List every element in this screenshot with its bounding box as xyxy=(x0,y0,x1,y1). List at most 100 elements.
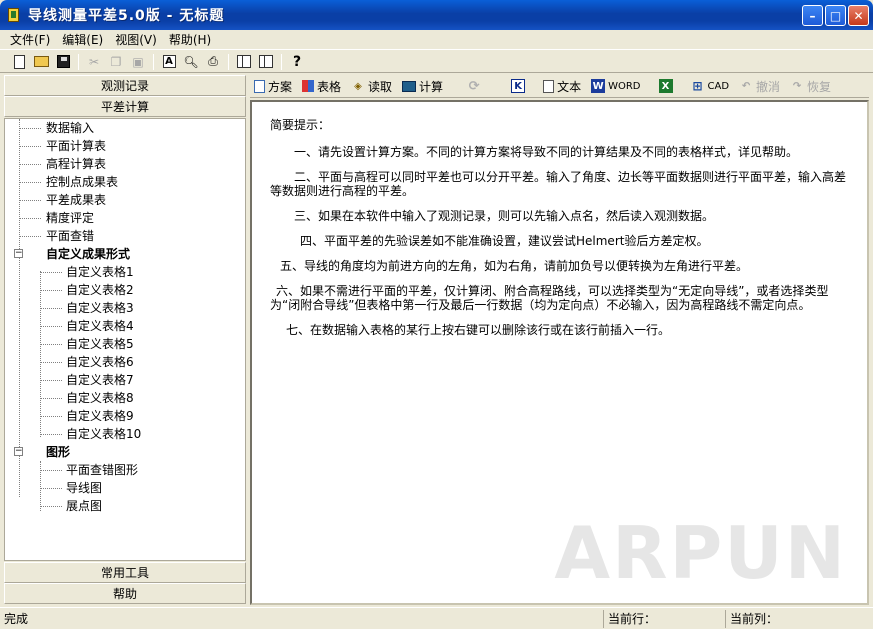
tree-item-custom-table-3[interactable]: 自定义表格3 xyxy=(66,299,134,317)
toolbar-separator xyxy=(153,53,154,70)
magnifier-icon: 🔍︎ xyxy=(183,54,199,69)
cad-button[interactable]: ⊞ CAD xyxy=(691,79,729,93)
toolbar-separator xyxy=(281,53,282,70)
minimize-button[interactable]: – xyxy=(802,5,823,26)
printer-icon: ⎙ xyxy=(208,54,218,68)
hint-3: 三、如果在本软件中输入了观测记录，则可以先输入点名，然后读入观测数据。 xyxy=(294,209,715,223)
word-icon: W xyxy=(591,79,606,93)
font-button[interactable]: A xyxy=(158,52,180,72)
tree-item-custom-table-4[interactable]: 自定义表格4 xyxy=(66,317,134,335)
menu-edit[interactable]: 编辑(E) xyxy=(56,31,109,48)
menu-bar: 文件(F) 编辑(E) 视图(V) 帮助(H) xyxy=(0,30,873,50)
close-button[interactable]: ✕ xyxy=(848,5,869,26)
folder-icon xyxy=(33,56,49,67)
text-file-icon xyxy=(543,79,555,93)
calc-button[interactable]: 计算 xyxy=(402,78,443,95)
tree-item-custom-table-10[interactable]: 自定义表格10 xyxy=(66,425,141,443)
tree-item-plane-error-graphic[interactable]: 平面查错图形 xyxy=(66,461,138,479)
undo-icon: ↶ xyxy=(741,80,751,92)
k-icon: K xyxy=(511,79,526,93)
refresh-icon: ⟳ xyxy=(468,78,480,94)
nav-help[interactable]: 帮助 xyxy=(4,583,246,604)
tree-item-adjustment-results[interactable]: 平差成果表 xyxy=(46,191,106,209)
hint-5: 五、导线的角度均为前进方向的左角，如为右角，请前加负号以便转换为左角进行平差。 xyxy=(280,259,749,273)
table-button[interactable]: 表格 xyxy=(302,78,341,95)
disk-icon xyxy=(56,55,70,68)
question-icon: ? xyxy=(292,53,302,70)
menu-file[interactable]: 文件(F) xyxy=(4,31,56,48)
print-preview-button[interactable]: 🔍︎ xyxy=(180,52,202,72)
tree-item-plane-calc-table[interactable]: 平面计算表 xyxy=(46,137,106,155)
tree-item-data-input[interactable]: 数据输入 xyxy=(46,119,94,137)
tree-item-traverse-diagram[interactable]: 导线图 xyxy=(66,479,102,497)
tree-item-custom-table-2[interactable]: 自定义表格2 xyxy=(66,281,134,299)
left-panel-icon xyxy=(237,55,251,68)
tree-item-custom-forms[interactable]: 自定义成果形式 xyxy=(46,245,130,263)
toggle-layout-button[interactable] xyxy=(255,52,277,72)
tree-item-custom-table-7[interactable]: 自定义表格7 xyxy=(66,371,134,389)
refresh-button[interactable]: ⟳ xyxy=(467,78,481,94)
toolbar-separator xyxy=(228,53,229,70)
scheme-button[interactable]: 方案 xyxy=(254,78,292,95)
toggle-left-panel-button[interactable] xyxy=(233,52,255,72)
title-bar: 导线测量平差5.0版 - 无标题 – □ ✕ xyxy=(0,0,873,30)
main-toolbar: ✂ ❐ ▣ A 🔍︎ ⎙ ? xyxy=(0,51,873,73)
new-file-icon xyxy=(13,54,25,69)
main-panel: 方案 表格 ◈ 读取 计算 ⟳ K 文本 W WORD X ⊞ CAD ↶ 撤消… xyxy=(250,75,869,605)
hint-1: 一、请先设置计算方案。不同的计算方案将导致不同的计算结果及不同的表格样式，详见帮… xyxy=(294,145,799,159)
collapse-graphics-icon[interactable]: − xyxy=(14,447,23,456)
window-title: 导线测量平差5.0版 - 无标题 xyxy=(28,8,225,24)
tree-item-custom-table-5[interactable]: 自定义表格5 xyxy=(66,335,134,353)
left-panel: 观测记录 平差计算 − − 数据输入 平面计算表 高程计算表 控制点成果表 平差… xyxy=(4,75,246,605)
tree-item-accuracy-assessment[interactable]: 精度评定 xyxy=(46,209,94,227)
print-button[interactable]: ⎙ xyxy=(202,52,224,72)
redo-button[interactable]: ↷ 恢复 xyxy=(790,78,831,95)
eraser-icon: ◈ xyxy=(354,80,362,92)
k-button[interactable]: K xyxy=(511,79,526,93)
letter-a-icon: A xyxy=(162,55,176,68)
tree-item-custom-table-6[interactable]: 自定义表格6 xyxy=(66,353,134,371)
hint-content: 简要提示： 一、请先设置计算方案。不同的计算方案将导致不同的计算结果及不同的表格… xyxy=(250,100,869,605)
calculator-icon xyxy=(402,80,417,92)
undo-button[interactable]: ↶ 撤消 xyxy=(739,78,780,95)
save-button[interactable] xyxy=(52,52,74,72)
read-button[interactable]: ◈ 读取 xyxy=(351,78,392,95)
hint-2: 二、平面与高程可以同时平差也可以分开平差。输入了角度、边长等平面数据则进行平面平… xyxy=(270,170,847,198)
nav-common-tools[interactable]: 常用工具 xyxy=(4,562,246,583)
menu-help[interactable]: 帮助(H) xyxy=(163,31,217,48)
hint-7: 七、在数据输入表格的某行上按右键可以删除该行或在该行前插入一行。 xyxy=(286,323,671,337)
watermark: ARPUN xyxy=(554,511,847,595)
tree-item-plane-error-check[interactable]: 平面查错 xyxy=(46,227,94,245)
word-button[interactable]: W WORD xyxy=(591,79,641,93)
hint-title: 简要提示： xyxy=(270,118,331,132)
open-button[interactable] xyxy=(30,52,52,72)
collapse-custom-forms-icon[interactable]: − xyxy=(14,249,23,258)
current-row-label: 当前行： xyxy=(604,609,726,628)
table-icon xyxy=(302,80,315,92)
excel-icon: X xyxy=(658,79,673,93)
cut-button[interactable]: ✂ xyxy=(83,52,105,72)
tree-item-custom-table-9[interactable]: 自定义表格9 xyxy=(66,407,134,425)
copy-icon: ❐ xyxy=(110,54,122,69)
paste-button[interactable]: ▣ xyxy=(127,52,149,72)
current-col-label: 当前列： xyxy=(730,611,779,626)
menu-view[interactable]: 视图(V) xyxy=(109,31,163,48)
redo-icon: ↷ xyxy=(792,80,802,92)
text-button[interactable]: 文本 xyxy=(543,78,581,95)
nav-tree: − − 数据输入 平面计算表 高程计算表 控制点成果表 平差成果表 精度评定 平… xyxy=(4,118,246,561)
scissors-icon: ✂ xyxy=(88,54,100,69)
excel-button[interactable]: X xyxy=(658,79,673,93)
tree-item-control-point-results[interactable]: 控制点成果表 xyxy=(46,173,118,191)
panel-layout-icon xyxy=(259,55,273,68)
tree-item-custom-table-1[interactable]: 自定义表格1 xyxy=(66,263,134,281)
nav-adjustment-calc[interactable]: 平差计算 xyxy=(4,96,246,117)
tree-item-graphics[interactable]: 图形 xyxy=(46,443,70,461)
tree-item-elevation-calc-table[interactable]: 高程计算表 xyxy=(46,155,106,173)
new-button[interactable] xyxy=(8,52,30,72)
tree-item-custom-table-8[interactable]: 自定义表格8 xyxy=(66,389,134,407)
tree-item-point-plot[interactable]: 展点图 xyxy=(66,497,102,515)
maximize-button[interactable]: □ xyxy=(825,5,846,26)
nav-observation-records[interactable]: 观测记录 xyxy=(4,75,246,96)
help-button[interactable]: ? xyxy=(286,52,308,72)
copy-button[interactable]: ❐ xyxy=(105,52,127,72)
